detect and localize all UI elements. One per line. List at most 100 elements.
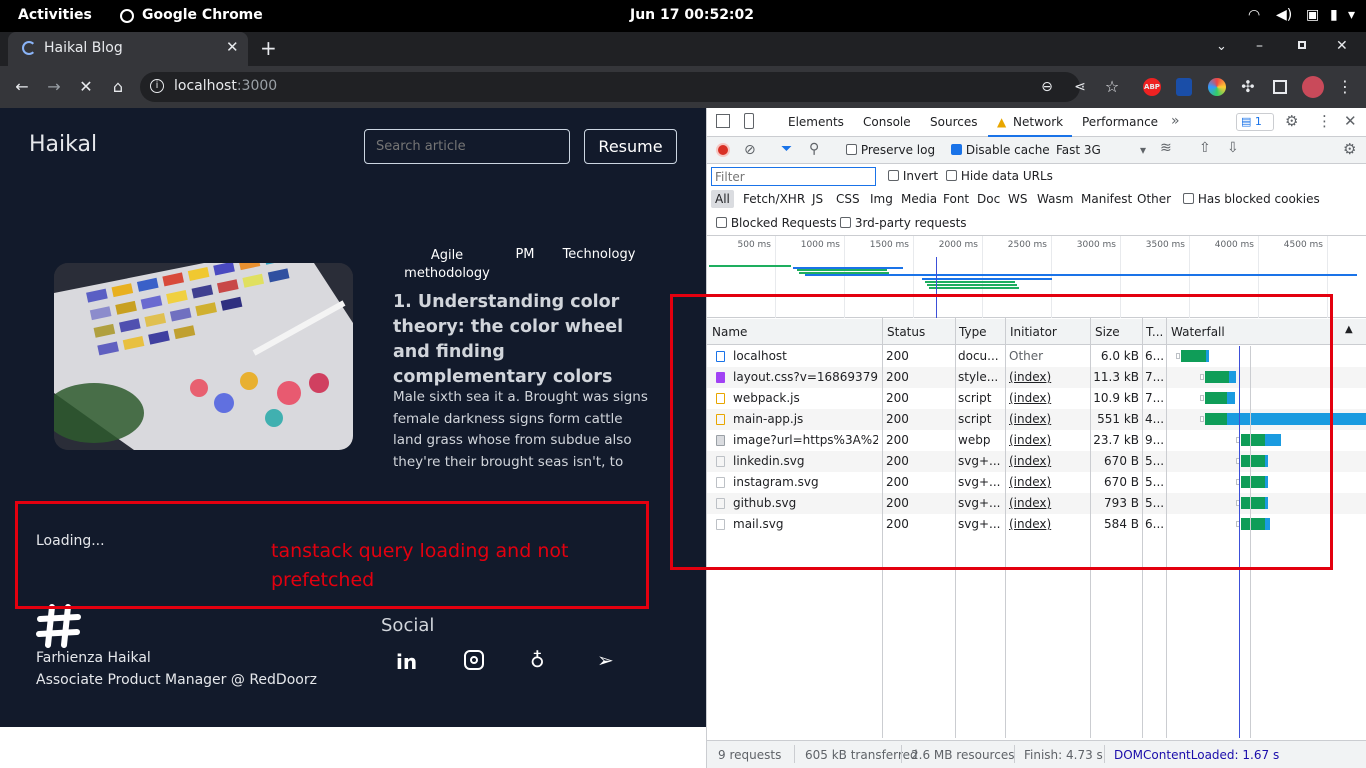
- volume-icon[interactable]: ◀): [1276, 7, 1292, 23]
- back-icon[interactable]: ←: [11, 76, 33, 98]
- tag-agile-methodology[interactable]: Agile methodology: [398, 247, 496, 283]
- network-conditions-icon[interactable]: ≋: [1160, 140, 1172, 156]
- type-font[interactable]: Font: [943, 192, 969, 206]
- site-info-icon[interactable]: i: [150, 79, 164, 93]
- preserve-log-toggle[interactable]: Preserve log: [846, 143, 935, 157]
- send-mail-icon[interactable]: ➢: [597, 648, 614, 672]
- issues-counter[interactable]: ▤ 1: [1236, 113, 1274, 131]
- export-har-icon[interactable]: ⇩: [1227, 140, 1239, 156]
- type-doc[interactable]: Doc: [977, 192, 1000, 206]
- invert-toggle[interactable]: Invert: [888, 169, 938, 183]
- close-tab-icon[interactable]: ✕: [226, 38, 239, 56]
- search-article-input[interactable]: [364, 129, 570, 164]
- type-other[interactable]: Other: [1137, 192, 1171, 206]
- clipboard-icon[interactable]: ▣: [1306, 7, 1319, 23]
- type-css[interactable]: CSS: [836, 192, 860, 206]
- side-panel-icon[interactable]: [1273, 80, 1287, 94]
- type-media[interactable]: Media: [901, 192, 937, 206]
- address-bar[interactable]: i localhost:3000 ⊖: [140, 72, 1080, 102]
- linkedin-icon[interactable]: in: [396, 650, 417, 674]
- search-icon[interactable]: ⚲: [809, 141, 819, 157]
- invert-checkbox[interactable]: [888, 170, 899, 181]
- clock[interactable]: Jun 17 00:52:02: [630, 7, 754, 23]
- has-blocked-cookies-checkbox[interactable]: [1183, 193, 1194, 204]
- third-party-checkbox[interactable]: [840, 217, 851, 228]
- loading-spinner-icon: [22, 41, 36, 55]
- hide-data-urls-toggle[interactable]: Hide data URLs: [946, 169, 1053, 183]
- activities-button[interactable]: Activities: [18, 7, 92, 23]
- clear-icon[interactable]: ⊘: [744, 142, 756, 158]
- preserve-log-checkbox[interactable]: [846, 144, 857, 155]
- chrome-menu-icon[interactable]: ⋮: [1334, 76, 1356, 98]
- disable-cache-toggle[interactable]: Disable cache: [951, 143, 1050, 157]
- type-ws[interactable]: WS: [1008, 192, 1027, 206]
- sort-ascending-icon[interactable]: ▲: [1345, 324, 1353, 335]
- tab-sources[interactable]: Sources: [930, 115, 977, 129]
- devtools-menu-icon[interactable]: ⋮: [1317, 112, 1332, 130]
- third-party-toggle[interactable]: 3rd-party requests: [840, 216, 967, 230]
- filter-icon[interactable]: ⏷: [781, 141, 792, 157]
- request-count: 9 requests: [718, 748, 782, 762]
- throttle-select[interactable]: Fast 3G ▾: [1056, 143, 1146, 157]
- type-js[interactable]: JS: [812, 192, 823, 206]
- tag-technology[interactable]: Technology: [556, 247, 642, 262]
- close-devtools-icon[interactable]: ✕: [1344, 112, 1357, 130]
- overview-bar-svg-3: [929, 287, 1019, 289]
- type-manifest[interactable]: Manifest: [1081, 192, 1132, 206]
- app-menu[interactable]: Google Chrome: [142, 7, 263, 23]
- blocked-requests-checkbox[interactable]: [716, 217, 727, 228]
- forward-icon[interactable]: →: [43, 76, 65, 98]
- devtools-settings-icon[interactable]: ⚙: [1285, 112, 1298, 130]
- bookmark-star-icon[interactable]: ☆: [1101, 76, 1123, 98]
- zoom-icon[interactable]: ⊖: [1036, 76, 1058, 98]
- tab-performance[interactable]: Performance: [1082, 115, 1158, 129]
- minimize-icon[interactable]: –: [1256, 38, 1263, 54]
- type-wasm[interactable]: Wasm: [1037, 192, 1073, 206]
- blocked-requests-toggle[interactable]: Blocked Requests: [716, 216, 837, 230]
- resume-button[interactable]: Resume: [584, 129, 677, 164]
- share-icon[interactable]: ⋖: [1069, 76, 1091, 98]
- battery-icon[interactable]: ▮: [1330, 7, 1338, 23]
- overview-bar-main-app: [805, 274, 1357, 276]
- more-tabs-icon[interactable]: »: [1171, 113, 1180, 129]
- timeline-tick-label: 500 ms: [737, 240, 772, 250]
- wifi-icon[interactable]: ◠: [1248, 7, 1260, 23]
- github-icon[interactable]: ♁: [530, 648, 545, 672]
- type-all[interactable]: All: [711, 190, 734, 208]
- bitwarden-extension-icon[interactable]: [1176, 78, 1192, 96]
- menu-chevron-icon[interactable]: ▾: [1348, 7, 1355, 23]
- tab-network[interactable]: Network: [1013, 115, 1063, 129]
- record-icon[interactable]: [716, 143, 730, 157]
- tab-console[interactable]: Console: [863, 115, 911, 129]
- article-thumbnail[interactable]: [54, 263, 353, 450]
- import-har-icon[interactable]: ⇧: [1199, 140, 1211, 156]
- new-tab-icon[interactable]: +: [260, 36, 277, 60]
- overview-bar-svg-1: [925, 281, 1015, 283]
- tab-title: Haikal Blog: [44, 40, 123, 56]
- filter-input[interactable]: [711, 167, 876, 186]
- tab-elements[interactable]: Elements: [788, 115, 844, 129]
- instagram-icon[interactable]: [464, 650, 484, 670]
- inspect-element-icon[interactable]: [716, 114, 730, 128]
- tab-haikal-blog[interactable]: Haikal Blog ✕: [8, 32, 248, 66]
- profile-avatar[interactable]: [1302, 76, 1324, 98]
- color-picker-extension-icon[interactable]: [1208, 78, 1226, 96]
- extensions-icon[interactable]: ✣: [1237, 76, 1259, 98]
- disable-cache-checkbox[interactable]: [951, 144, 962, 155]
- device-toolbar-icon[interactable]: [744, 113, 754, 129]
- type-img[interactable]: Img: [870, 192, 893, 206]
- stop-loading-icon[interactable]: ✕: [75, 76, 97, 98]
- site-brand[interactable]: Haikal: [29, 132, 97, 157]
- close-window-icon[interactable]: ✕: [1336, 38, 1348, 54]
- home-icon[interactable]: ⌂: [107, 76, 129, 98]
- article-title[interactable]: 1. Understanding color theory: the color…: [393, 290, 655, 390]
- tab-search-icon[interactable]: ⌄: [1216, 39, 1227, 54]
- network-settings-icon[interactable]: ⚙: [1343, 140, 1356, 158]
- overview-bar-svg-2: [927, 284, 1017, 286]
- tag-pm[interactable]: PM: [504, 247, 546, 262]
- hide-data-urls-checkbox[interactable]: [946, 170, 957, 181]
- type-fetch-xhr[interactable]: Fetch/XHR: [743, 192, 805, 206]
- has-blocked-cookies-toggle[interactable]: Has blocked cookies: [1183, 192, 1320, 206]
- maximize-icon[interactable]: [1298, 41, 1306, 49]
- adblock-extension-icon[interactable]: ABP: [1143, 78, 1161, 96]
